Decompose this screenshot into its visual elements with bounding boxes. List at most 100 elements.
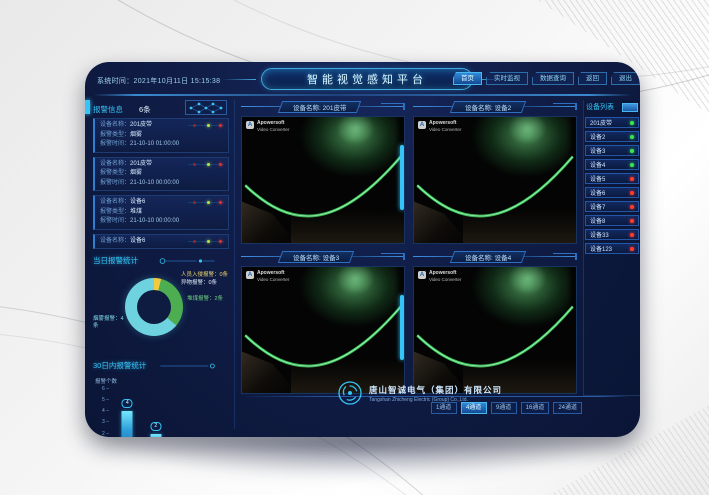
channel-button-24[interactable]: 24通道	[553, 402, 582, 414]
alarm-slider	[188, 201, 224, 204]
page-title: 智能视觉感知平台	[307, 71, 427, 87]
video-panel-header: 设备名称: 设备3	[241, 250, 405, 264]
status-dot-offline	[630, 177, 634, 181]
video-feed[interactable]: A ApowersoftVideo Converter	[241, 266, 405, 394]
nav-button-back[interactable]: 返回	[578, 72, 607, 85]
video-panel-2[interactable]: 设备名称: 设备2 A ApowersoftVideo Converter	[413, 100, 577, 244]
machinery-shadow	[463, 210, 576, 243]
bar-chart-y-label: 报警个数	[95, 377, 117, 385]
bar-column: 0异物	[170, 387, 199, 437]
video-feed[interactable]: A ApowersoftVideo Converter	[241, 116, 405, 244]
channel-button-4[interactable]: 4通道	[461, 402, 487, 414]
circuit-decoration-icon	[144, 257, 229, 265]
status-dot-online	[630, 135, 634, 139]
device-list-item[interactable]: 设备5	[585, 173, 639, 184]
donut-label-foreign: 异物报警：0条	[181, 280, 217, 287]
video-feed[interactable]: A ApowersoftVideo Converter	[413, 116, 577, 244]
video-panel-header: 设备名称: 201皮带	[241, 100, 405, 114]
device-list-item[interactable]: 设备2	[585, 131, 639, 142]
device-list-title: 设备列表	[586, 102, 614, 112]
video-panel-3[interactable]: 设备名称: 设备3 A ApowersoftVideo Converter	[241, 250, 405, 394]
alarm-info-title: 报警信息	[93, 104, 123, 115]
apowersoft-logo-icon: A	[418, 121, 426, 129]
alarm-card[interactable]: 设备名称：201皮带 报警类型：烟雾 报警时间：21-10-10 01:00:0…	[93, 118, 229, 153]
video-scrollbar[interactable]	[400, 295, 404, 361]
watermark: A ApowersoftVideo Converter	[246, 271, 289, 282]
bar-column: 2堆煤	[142, 387, 171, 437]
video-panel-header: 设备名称: 设备4	[413, 250, 577, 264]
topology-icon	[185, 100, 227, 115]
bar-chart-plot: 4烟雾2堆煤0异物0人员入侵	[113, 387, 227, 437]
video-panel-header: 设备名称: 设备2	[413, 100, 577, 114]
channel-button-9[interactable]: 9通道	[491, 402, 517, 414]
alarm-slider	[188, 163, 224, 166]
channel-switcher: 1通道 4通道 9通道 16通道 24通道	[431, 402, 582, 414]
status-dot-offline	[630, 191, 634, 195]
nav-button-live-monitor[interactable]: 实时监视	[486, 72, 528, 85]
status-dot-online	[630, 149, 634, 153]
bar-column: 4烟雾	[113, 387, 142, 437]
device-list-panel: 设备列表 201皮带 设备2 设备3 设备4 设备5 设备6 设备7 设备8 设…	[583, 100, 640, 396]
device-name-label: 设备名称：	[100, 121, 130, 131]
device-list-item[interactable]: 201皮带	[585, 117, 639, 128]
apowersoft-logo-icon: A	[246, 121, 254, 129]
monthly-stats-title: 30日内报警统计	[93, 360, 146, 371]
today-alarm-chart: 人员入侵报警：0条 异物报警：0条 堆煤报警：2条 烟雾报警：4条	[93, 268, 229, 354]
donut-chart	[125, 278, 183, 336]
device-list-toggle[interactable]	[622, 103, 638, 112]
device-list-item[interactable]: 设备8	[585, 215, 639, 226]
alarm-slider	[188, 124, 224, 127]
status-dot-offline	[630, 219, 634, 223]
machinery-shadow	[291, 210, 404, 243]
alarm-card[interactable]: 设备名称：设备6 报警类型：堆煤 报警时间：21-10-10 00:00:00	[93, 195, 229, 230]
status-dot-online	[630, 121, 634, 125]
bar-y-axis: 6 –5 –4 –3 –2 –1 –0 –	[95, 387, 109, 437]
alarm-type-value: 烟雾	[130, 131, 142, 141]
nav-button-home[interactable]: 首页	[453, 72, 482, 85]
video-panel-title: 设备名称: 设备4	[465, 252, 511, 262]
device-list-item[interactable]: 设备33	[585, 229, 639, 240]
device-list-item[interactable]: 设备4	[585, 159, 639, 170]
device-list-item[interactable]: 设备7	[585, 201, 639, 212]
donut-label-person: 人员入侵报警：0条	[181, 272, 228, 279]
nav-button-exit[interactable]: 退出	[611, 72, 640, 85]
apowersoft-logo-icon: A	[418, 271, 426, 279]
page-title-frame: 智能视觉感知平台	[261, 68, 473, 90]
company-logo-icon	[337, 380, 363, 406]
video-scrollbar[interactable]	[400, 145, 404, 211]
channel-button-16[interactable]: 16通道	[521, 402, 550, 414]
channel-button-1[interactable]: 1通道	[431, 402, 457, 414]
system-time: 系统时间：2021年10月11日 15:15:38	[97, 76, 220, 86]
apowersoft-logo-icon: A	[246, 271, 254, 279]
status-dot-offline	[630, 233, 634, 237]
alarm-card[interactable]: 设备名称：201皮带 报警类型：烟雾 报警时间：21-10-10 00:00:0…	[93, 157, 229, 192]
video-panel-title: 设备名称: 201皮带	[293, 102, 346, 112]
bar-column: 0人员入侵	[199, 387, 228, 437]
alarm-time-value: 21-10-10 01:00:00	[130, 140, 179, 150]
dashboard: 系统时间：2021年10月11日 15:15:38 智能视觉感知平台 首页 实时…	[85, 62, 640, 437]
circuit-decoration-icon	[152, 362, 229, 370]
device-list-item[interactable]: 设备3	[585, 145, 639, 156]
status-dot-offline	[630, 205, 634, 209]
header-divider	[93, 94, 632, 96]
watermark: A ApowersoftVideo Converter	[418, 271, 461, 282]
watermark: A ApowersoftVideo Converter	[418, 121, 461, 132]
topology-graph-icon	[187, 102, 225, 114]
alarm-type-label: 报警类型：	[100, 131, 130, 141]
device-list-item[interactable]: 设备123	[585, 243, 639, 254]
video-panel-1[interactable]: 设备名称: 201皮带 A ApowersoftVideo Converter	[241, 100, 405, 244]
watermark: A ApowersoftVideo Converter	[246, 121, 289, 132]
nav-button-data-query[interactable]: 数据查询	[532, 72, 574, 85]
today-stats-title: 当日报警统计	[93, 255, 138, 266]
page-background: 系统时间：2021年10月11日 15:15:38 智能视觉感知平台 首页 实时…	[0, 0, 709, 495]
monthly-bar-chart: 报警个数 6 –5 –4 –3 –2 –1 –0 – 4烟雾2堆煤0异物0人员入…	[93, 377, 229, 437]
alarm-time-label: 报警时间：	[100, 140, 130, 150]
video-panel-4[interactable]: 设备名称: 设备4 A ApowersoftVideo Converter	[413, 250, 577, 394]
status-dot-offline	[630, 247, 634, 251]
alarm-card[interactable]: 设备名称：设备6	[93, 234, 229, 250]
edge-accent	[85, 100, 90, 114]
device-list-item[interactable]: 设备6	[585, 187, 639, 198]
alarm-count-badge: 6条	[139, 104, 151, 115]
video-feed[interactable]: A ApowersoftVideo Converter	[413, 266, 577, 394]
device-name-value: 201皮带	[130, 121, 152, 131]
